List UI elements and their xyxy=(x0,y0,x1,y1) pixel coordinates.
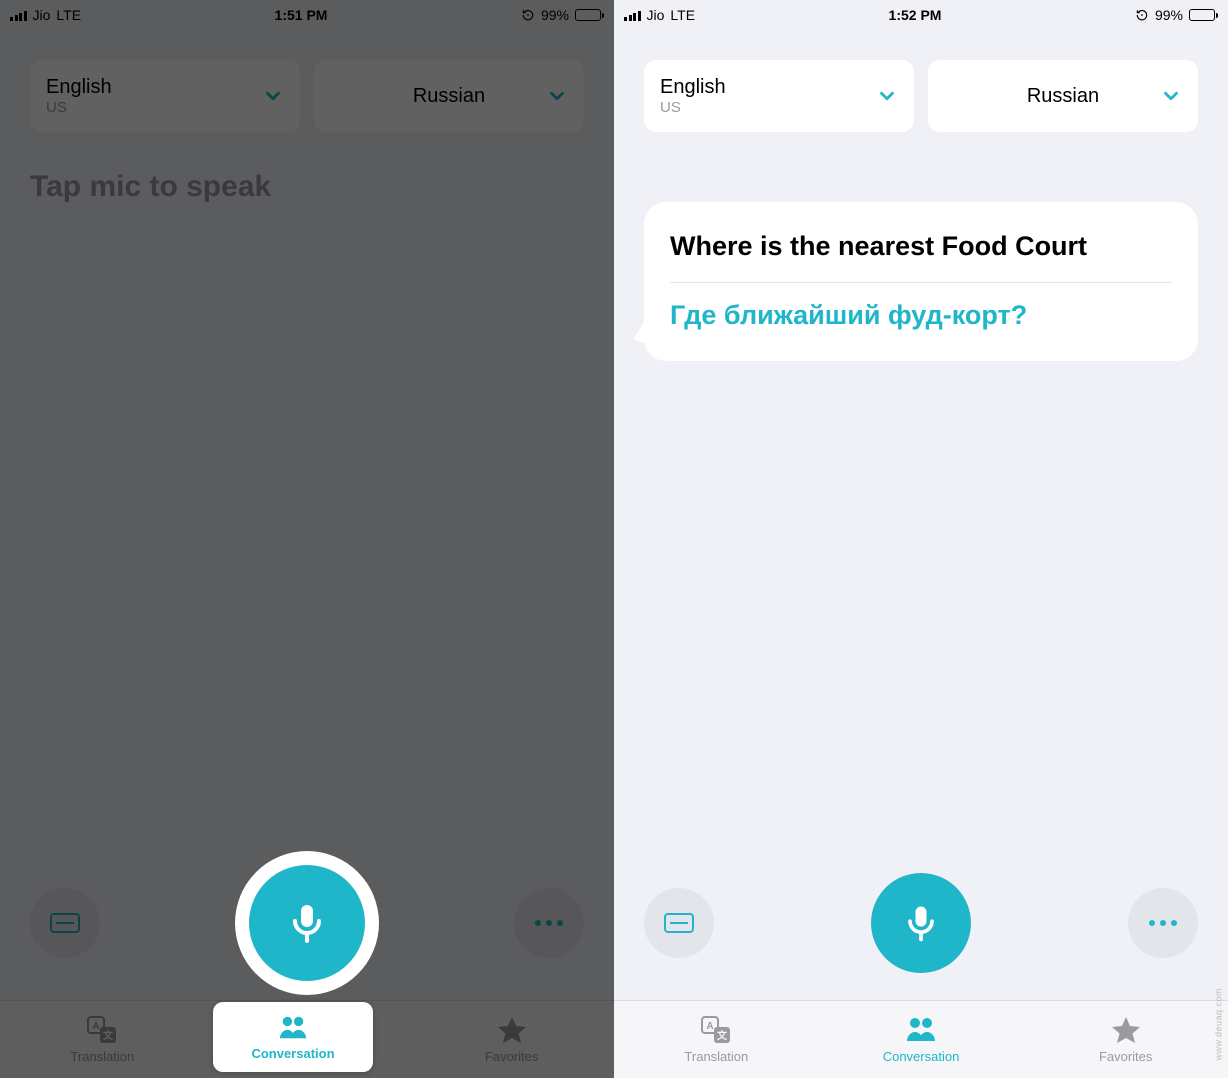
battery-pct-label: 99% xyxy=(541,7,569,23)
tab-label: Translation xyxy=(70,1049,134,1064)
conversation-area: Where is the nearest Food Court Где ближ… xyxy=(614,132,1228,870)
screenshot-left: Jio LTE 1:51 PM 99% English US Russian T… xyxy=(0,0,614,1078)
bubble-divider xyxy=(670,282,1172,283)
keyboard-icon xyxy=(664,913,694,933)
clock-label: 1:51 PM xyxy=(275,7,328,23)
tab-conversation[interactable]: Conversation xyxy=(819,1001,1024,1078)
target-language-select[interactable]: Russian xyxy=(928,60,1198,132)
conversation-area: Tap mic to speak xyxy=(0,132,614,870)
source-language-name: English xyxy=(660,75,726,99)
chevron-down-icon xyxy=(1160,85,1182,107)
favorites-icon xyxy=(496,1015,528,1045)
network-label: LTE xyxy=(670,7,695,23)
conversation-icon xyxy=(277,1014,309,1042)
translation-icon: A文 xyxy=(700,1015,732,1045)
clock-label: 1:52 PM xyxy=(889,7,942,23)
tab-label: Favorites xyxy=(1099,1049,1152,1064)
more-options-button[interactable] xyxy=(1128,888,1198,958)
ellipsis-icon xyxy=(1149,920,1177,926)
tab-label: Favorites xyxy=(485,1049,538,1064)
watermark-label: www.deuaq.com xyxy=(1214,988,1224,1061)
microphone-icon xyxy=(283,899,331,947)
tab-translation[interactable]: A文 Translation xyxy=(614,1001,819,1078)
carrier-label: Jio xyxy=(647,7,665,23)
svg-text:文: 文 xyxy=(103,1029,114,1042)
screenshot-right: Jio LTE 1:52 PM 99% English US Russian W… xyxy=(614,0,1228,1078)
chevron-down-icon xyxy=(546,85,568,107)
favorites-icon xyxy=(1110,1015,1142,1045)
mic-button[interactable] xyxy=(871,873,971,973)
language-selector-row: English US Russian xyxy=(0,30,614,132)
battery-icon xyxy=(575,9,604,21)
tab-bar: A文 Translation Conversation Favorites xyxy=(614,1000,1228,1078)
tab-favorites[interactable]: Favorites xyxy=(409,1001,614,1078)
tab-label: Translation xyxy=(684,1049,748,1064)
action-row xyxy=(614,870,1228,1000)
status-bar: Jio LTE 1:51 PM 99% xyxy=(0,0,614,30)
chevron-down-icon xyxy=(876,85,898,107)
target-language-name: Russian xyxy=(1027,85,1099,108)
source-language-region: US xyxy=(660,99,726,117)
svg-text:A: A xyxy=(93,1021,100,1032)
tab-favorites[interactable]: Favorites xyxy=(1023,1001,1228,1078)
network-label: LTE xyxy=(56,7,81,23)
mic-button-wrapper xyxy=(866,868,976,978)
chevron-down-icon xyxy=(262,85,284,107)
language-selector-row: English US Russian xyxy=(614,30,1228,132)
translation-icon: A文 xyxy=(86,1015,118,1045)
tab-label: Conversation xyxy=(251,1046,334,1061)
tab-conversation-spotlight[interactable]: Conversation xyxy=(213,1002,373,1072)
svg-text:A: A xyxy=(707,1021,714,1032)
source-language-select[interactable]: English US xyxy=(30,60,300,132)
carrier-label: Jio xyxy=(33,7,51,23)
tab-translation[interactable]: A文 Translation xyxy=(0,1001,205,1078)
mic-button-wrapper xyxy=(235,851,379,995)
ellipsis-icon xyxy=(535,920,563,926)
mic-placeholder-text: Tap mic to speak xyxy=(30,170,584,204)
rotation-lock-icon xyxy=(1135,8,1149,22)
status-bar: Jio LTE 1:52 PM 99% xyxy=(614,0,1228,30)
battery-pct-label: 99% xyxy=(1155,7,1183,23)
conversation-icon xyxy=(905,1015,937,1045)
svg-text:文: 文 xyxy=(717,1029,728,1042)
battery-icon xyxy=(1189,9,1218,21)
more-options-button[interactable] xyxy=(514,888,584,958)
translation-bubble[interactable]: Where is the nearest Food Court Где ближ… xyxy=(644,202,1198,361)
rotation-lock-icon xyxy=(521,8,535,22)
mic-button[interactable] xyxy=(249,865,365,981)
target-language-select[interactable]: Russian xyxy=(314,60,584,132)
keyboard-input-button[interactable] xyxy=(30,888,100,958)
target-language-name: Russian xyxy=(413,85,485,108)
keyboard-icon xyxy=(50,913,80,933)
microphone-icon xyxy=(899,901,943,945)
source-language-select[interactable]: English US xyxy=(644,60,914,132)
translated-text: Где ближайший фуд-корт? xyxy=(670,297,1172,335)
source-language-name: English xyxy=(46,75,112,99)
source-language-region: US xyxy=(46,99,112,117)
keyboard-input-button[interactable] xyxy=(644,888,714,958)
action-row xyxy=(0,870,614,1000)
signal-icon xyxy=(624,9,641,21)
signal-icon xyxy=(10,9,27,21)
source-text: Where is the nearest Food Court xyxy=(670,228,1172,264)
tab-label: Conversation xyxy=(883,1049,960,1064)
